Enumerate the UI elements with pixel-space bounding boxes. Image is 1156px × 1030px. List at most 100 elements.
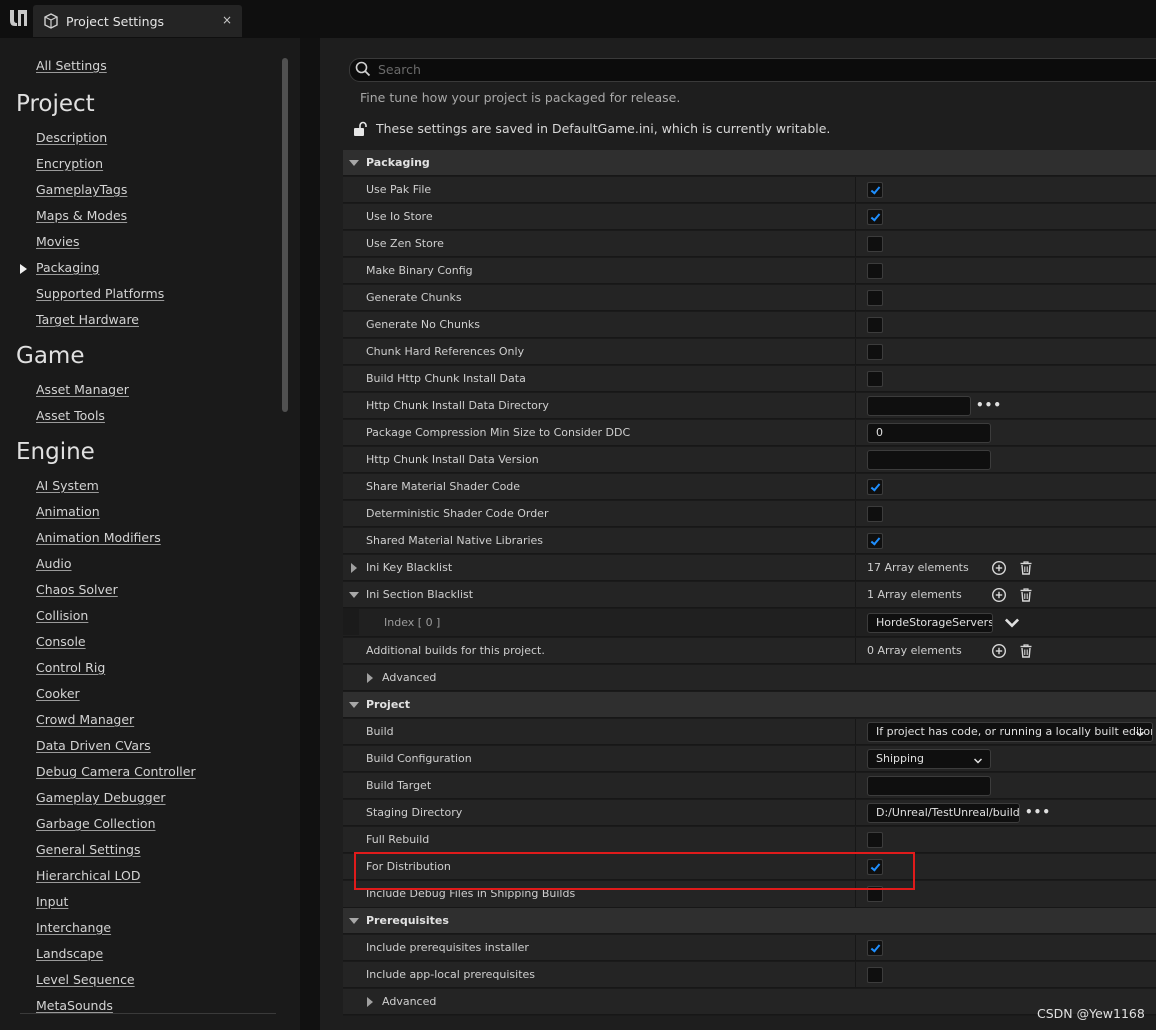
setting-label: Build Configuration bbox=[366, 752, 472, 765]
expand-arrow-icon[interactable] bbox=[367, 997, 373, 1007]
setting-row-http-chunk-install-data-version: Http Chunk Install Data Version bbox=[343, 447, 1156, 473]
chunk-hard-references-only-checkbox[interactable] bbox=[867, 344, 883, 360]
build-http-chunk-install-data-checkbox[interactable] bbox=[867, 371, 883, 387]
trash-icon[interactable] bbox=[1018, 587, 1034, 603]
sidebar-item[interactable]: Movies bbox=[36, 234, 80, 249]
column-divider bbox=[855, 312, 856, 338]
setting-row-chunk-hard-references-only: Chunk Hard References Only bbox=[343, 339, 1156, 365]
sidebar-item[interactable]: Maps & Modes bbox=[36, 208, 127, 223]
expand-arrow-icon[interactable] bbox=[367, 673, 373, 683]
add-element-icon[interactable] bbox=[991, 643, 1007, 659]
chevron-down-icon[interactable] bbox=[1004, 616, 1020, 630]
trash-icon[interactable] bbox=[1018, 643, 1034, 659]
add-element-icon[interactable] bbox=[991, 560, 1007, 576]
column-divider bbox=[855, 800, 856, 826]
sidebar-item[interactable]: Debug Camera Controller bbox=[36, 764, 196, 779]
staging-directory-input[interactable]: D:/Unreal/TestUnreal/build bbox=[867, 803, 1020, 823]
setting-row-packaging-advanced[interactable]: Advanced bbox=[343, 665, 1156, 691]
sidebar-item[interactable]: Packaging bbox=[36, 260, 99, 275]
setting-row-make-binary-config: Make Binary Config bbox=[343, 258, 1156, 284]
use-io-store-checkbox[interactable] bbox=[867, 209, 883, 225]
include-prerequisites-installer-checkbox[interactable] bbox=[867, 940, 883, 956]
sidebar-item[interactable]: Chaos Solver bbox=[36, 582, 118, 597]
browse-dots-icon[interactable]: ••• bbox=[1025, 805, 1051, 819]
setting-label: Chunk Hard References Only bbox=[366, 345, 525, 358]
http-chunk-install-data-version-input[interactable] bbox=[867, 450, 991, 470]
expand-arrow-icon[interactable] bbox=[351, 563, 357, 573]
sidebar-item[interactable]: Cooker bbox=[36, 686, 80, 701]
sidebar-item[interactable]: Description bbox=[36, 130, 107, 145]
sidebar-item[interactable]: Animation bbox=[36, 504, 100, 519]
category-prerequisites[interactable]: Prerequisites bbox=[343, 908, 1156, 934]
category-project[interactable]: Project bbox=[343, 692, 1156, 718]
sidebar-item[interactable]: Landscape bbox=[36, 946, 103, 961]
sidebar-item[interactable]: Input bbox=[36, 894, 68, 909]
sidebar-item[interactable]: Audio bbox=[36, 556, 72, 571]
sidebar-item[interactable]: Asset Tools bbox=[36, 408, 105, 423]
deterministic-shader-code-order-checkbox[interactable] bbox=[867, 506, 883, 522]
build-dropdown[interactable]: If project has code, or running a locall… bbox=[867, 722, 1153, 742]
sidebar-item[interactable]: Garbage Collection bbox=[36, 816, 156, 831]
expand-arrow-icon[interactable] bbox=[349, 160, 359, 166]
array-element-input[interactable]: HordeStorageServers bbox=[867, 613, 993, 633]
sidebar-item[interactable]: GameplayTags bbox=[36, 182, 127, 197]
setting-row-ini-section-blacklist-index-0: Index [ 0 ] HordeStorageServers bbox=[343, 609, 1156, 637]
sidebar-item[interactable]: Target Hardware bbox=[36, 312, 139, 327]
sidebar-item[interactable]: General Settings bbox=[36, 842, 141, 857]
search-input[interactable] bbox=[378, 60, 1078, 78]
sidebar-item[interactable]: Collision bbox=[36, 608, 88, 623]
column-divider bbox=[855, 474, 856, 500]
expand-arrow-icon[interactable] bbox=[349, 702, 359, 708]
setting-row-prerequisites-advanced[interactable]: Advanced bbox=[343, 989, 1156, 1015]
annotation-highlight-box bbox=[354, 852, 915, 890]
chevron-down-icon bbox=[973, 755, 983, 764]
sidebar-item[interactable]: Encryption bbox=[36, 156, 103, 171]
sidebar-item[interactable]: Supported Platforms bbox=[36, 286, 164, 301]
browse-dots-icon[interactable]: ••• bbox=[976, 398, 1002, 412]
setting-row-shared-material-native-libraries: Shared Material Native Libraries bbox=[343, 528, 1156, 554]
sidebar-item[interactable]: Interchange bbox=[36, 920, 111, 935]
trash-icon[interactable] bbox=[1018, 560, 1034, 576]
all-settings-link[interactable]: All Settings bbox=[36, 58, 107, 73]
selected-arrow-icon bbox=[20, 264, 27, 274]
http-chunk-install-data-directory-input[interactable] bbox=[867, 396, 971, 416]
unreal-logo-icon[interactable] bbox=[6, 6, 30, 30]
use-pak-file-checkbox[interactable] bbox=[867, 182, 883, 198]
column-divider bbox=[855, 773, 856, 799]
column-divider bbox=[855, 528, 856, 554]
splitter[interactable] bbox=[300, 38, 320, 1030]
sidebar-item[interactable]: Hierarchical LOD bbox=[36, 868, 140, 883]
build-target-input[interactable] bbox=[867, 776, 991, 796]
generate-chunks-checkbox[interactable] bbox=[867, 290, 883, 306]
watermark: CSDN @Yew1168 bbox=[1037, 1006, 1145, 1021]
expand-arrow-icon[interactable] bbox=[349, 918, 359, 924]
category-packaging[interactable]: Packaging bbox=[343, 150, 1156, 176]
use-zen-store-checkbox[interactable] bbox=[867, 236, 883, 252]
collapse-arrow-icon[interactable] bbox=[349, 592, 359, 598]
column-divider bbox=[855, 638, 856, 664]
sidebar-item[interactable]: Gameplay Debugger bbox=[36, 790, 166, 805]
sidebar-scrollbar[interactable] bbox=[282, 58, 288, 412]
setting-row-generate-chunks: Generate Chunks bbox=[343, 285, 1156, 311]
close-icon[interactable]: × bbox=[219, 12, 235, 28]
add-element-icon[interactable] bbox=[991, 587, 1007, 603]
include-app-local-prerequisites-checkbox[interactable] bbox=[867, 967, 883, 983]
sidebar-item[interactable]: Crowd Manager bbox=[36, 712, 134, 727]
full-rebuild-checkbox[interactable] bbox=[867, 832, 883, 848]
setting-label: Http Chunk Install Data Directory bbox=[366, 399, 549, 412]
package-compression-min-size-input[interactable]: 0 bbox=[867, 423, 991, 443]
sidebar-item[interactable]: Control Rig bbox=[36, 660, 105, 675]
sidebar-item[interactable]: Level Sequence bbox=[36, 972, 135, 987]
sidebar-item[interactable]: AI System bbox=[36, 478, 99, 493]
generate-no-chunks-checkbox[interactable] bbox=[867, 317, 883, 333]
build-configuration-dropdown[interactable]: Shipping bbox=[867, 749, 991, 769]
sidebar-item[interactable]: Data Driven CVars bbox=[36, 738, 151, 753]
sidebar-item[interactable]: Animation Modifiers bbox=[36, 530, 161, 545]
sidebar-item[interactable]: Asset Manager bbox=[36, 382, 129, 397]
tab-project-settings[interactable]: Project Settings × bbox=[33, 5, 242, 37]
sidebar-item[interactable]: Console bbox=[36, 634, 86, 649]
make-binary-config-checkbox[interactable] bbox=[867, 263, 883, 279]
sidebar-item[interactable]: MetaSounds bbox=[36, 998, 113, 1013]
share-material-shader-code-checkbox[interactable] bbox=[867, 479, 883, 495]
shared-material-native-libraries-checkbox[interactable] bbox=[867, 533, 883, 549]
